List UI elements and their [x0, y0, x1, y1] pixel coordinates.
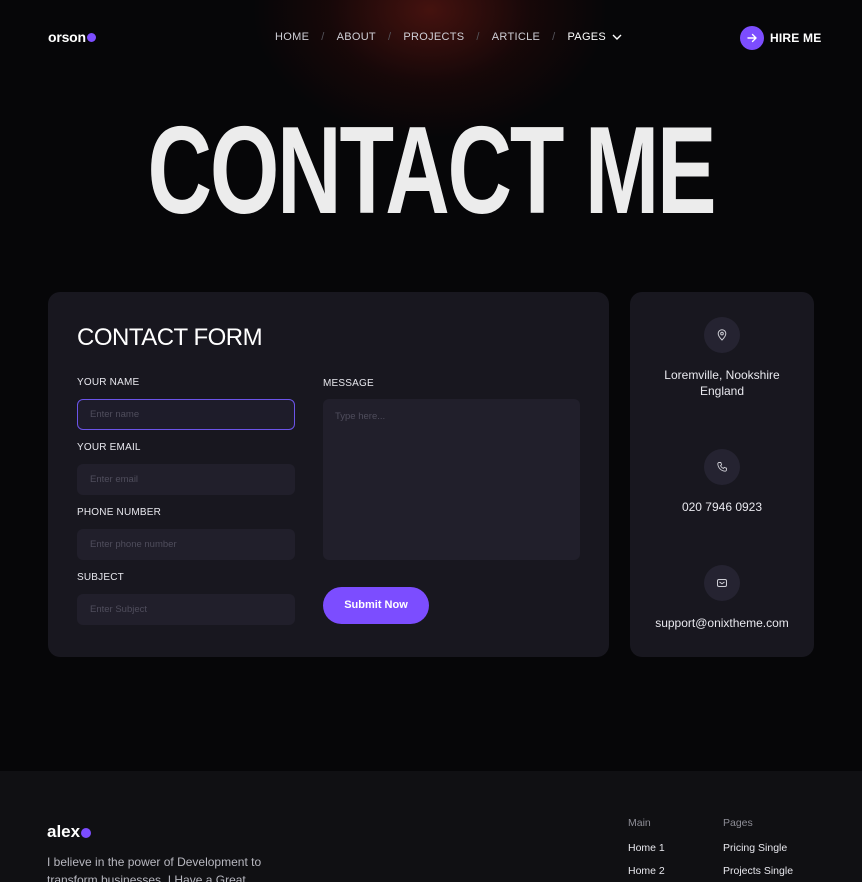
submit-button[interactable]: Submit Now: [323, 587, 429, 624]
email-address[interactable]: support@onixtheme.com: [630, 615, 814, 631]
hire-me-label: HIRE ME: [770, 31, 822, 45]
nav-separator: /: [552, 31, 556, 43]
hire-me-button[interactable]: HIRE ME: [740, 26, 821, 50]
site-footer: alex I believe in the power of Developme…: [0, 771, 862, 882]
footer-link-pricing-single[interactable]: Pricing Single: [723, 842, 787, 854]
nav-separator: /: [321, 31, 325, 43]
logo-dot-icon: [81, 827, 92, 838]
location-pin-icon: [704, 317, 740, 353]
phone-input[interactable]: Enter phone number: [77, 529, 295, 560]
page-title: CONTACT ME: [147, 102, 717, 240]
footer-logo-text: alex: [47, 822, 81, 841]
nav-item-about[interactable]: ABOUT: [337, 31, 376, 43]
phone-label: PHONE NUMBER: [77, 507, 162, 518]
chevron-down-icon[interactable]: [612, 32, 622, 42]
message-label: MESSAGE: [323, 378, 374, 389]
contact-info-card: Loremville, Nookshire England 020 7946 0…: [630, 292, 814, 657]
email-label: YOUR EMAIL: [77, 442, 141, 453]
address-line-1: Loremville, Nookshire: [664, 368, 780, 382]
site-header: orson HOME / ABOUT / PROJECTS / ARTICLE …: [0, 0, 862, 76]
nav-item-home[interactable]: HOME: [275, 31, 309, 43]
nav-item-projects[interactable]: PROJECTS: [403, 31, 464, 43]
arrow-right-icon: [740, 26, 764, 50]
name-input[interactable]: Enter name: [77, 399, 295, 430]
site-logo[interactable]: orson: [48, 29, 96, 45]
footer-link-home-2[interactable]: Home 2: [628, 865, 665, 877]
contact-form-card: CONTACT FORM YOUR NAME Enter name YOUR E…: [48, 292, 609, 657]
footer-logo[interactable]: alex: [47, 822, 92, 842]
address-line-2: England: [699, 384, 745, 398]
email-input[interactable]: Enter email: [77, 464, 295, 495]
nav-separator: /: [476, 31, 480, 43]
footer-description-line: I believe in the power of Development to: [47, 855, 262, 869]
footer-main-heading: Main: [628, 817, 651, 829]
form-title: CONTACT FORM: [77, 324, 263, 351]
subject-label: SUBJECT: [77, 572, 124, 583]
mail-icon: [704, 565, 740, 601]
footer-link-projects-single[interactable]: Projects Single: [723, 865, 793, 877]
subject-input[interactable]: Enter Subject: [77, 594, 295, 625]
footer-description-line: transform businesses. I Have a Great: [47, 873, 246, 882]
main-nav: HOME / ABOUT / PROJECTS / ARTICLE / PAGE…: [275, 31, 622, 43]
name-label: YOUR NAME: [77, 377, 140, 388]
footer-description: I believe in the power of Development to…: [47, 853, 267, 882]
nav-separator: /: [387, 31, 392, 43]
footer-pages-heading: Pages: [723, 817, 753, 829]
logo-text: orson: [48, 29, 86, 45]
logo-dot-icon: [86, 33, 96, 42]
nav-item-pages[interactable]: PAGES: [567, 31, 606, 43]
footer-link-home-1[interactable]: Home 1: [628, 842, 665, 854]
nav-item-article[interactable]: ARTICLE: [492, 31, 540, 43]
phone-icon: [704, 449, 740, 485]
message-textarea[interactable]: Type here...: [323, 399, 580, 560]
phone-number[interactable]: 020 7946 0923: [630, 499, 814, 515]
